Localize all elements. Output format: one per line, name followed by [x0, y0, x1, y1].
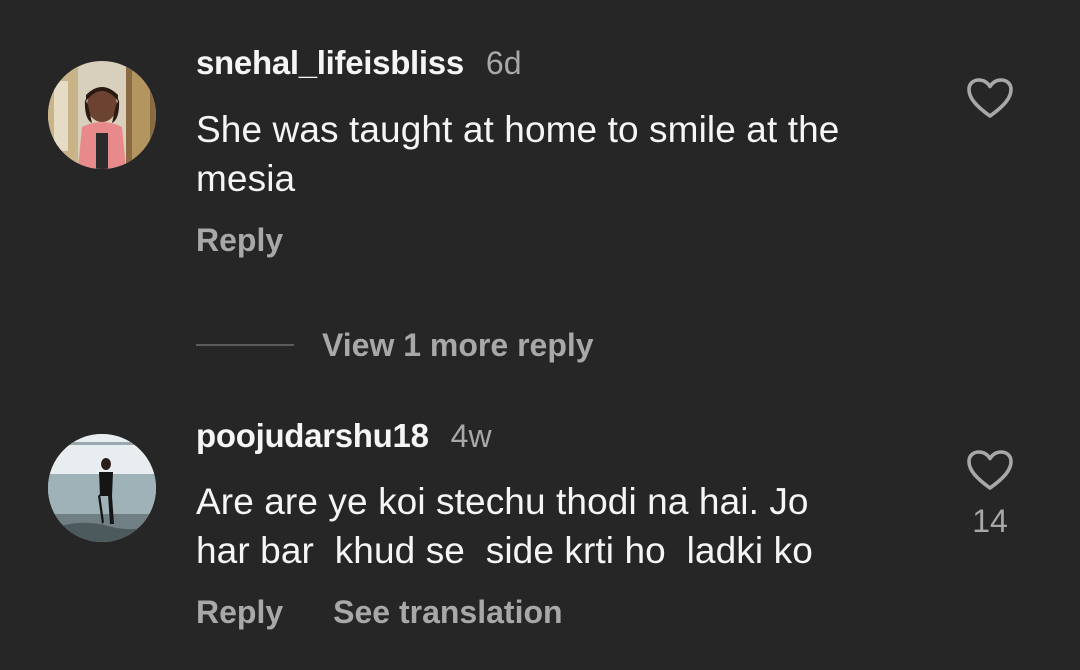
comment-text: She was taught at home to smile at the m…	[196, 109, 840, 199]
avatar-photo	[48, 61, 156, 169]
heart-outline-icon	[964, 449, 1016, 491]
replies-divider	[196, 344, 294, 346]
view-more-replies-button[interactable]: View 1 more reply	[196, 322, 594, 368]
avatar-photo	[48, 434, 156, 542]
avatar[interactable]	[48, 61, 156, 169]
comment-age: 4w	[450, 418, 492, 454]
see-translation-button[interactable]: See translation	[333, 594, 562, 631]
comment-text: Are are ye koi stechu thodi na hai. Jo h…	[196, 481, 813, 571]
username[interactable]: poojudarshu18	[196, 417, 429, 455]
comment-header: snehal_lifeisbliss 6d	[196, 44, 522, 84]
like-button[interactable]: 14	[964, 449, 1016, 540]
reply-button[interactable]: Reply	[196, 222, 283, 259]
avatar[interactable]	[48, 434, 156, 542]
reply-button[interactable]: Reply	[196, 594, 283, 631]
comment-header: poojudarshu18 4w	[196, 417, 492, 457]
comment-age: 6d	[485, 45, 522, 81]
view-more-replies-label: View 1 more reply	[322, 326, 594, 363]
username[interactable]: snehal_lifeisbliss	[196, 44, 464, 82]
like-button[interactable]	[964, 77, 1016, 119]
heart-outline-icon	[964, 77, 1016, 119]
like-count: 14	[972, 503, 1008, 539]
comment-actions: Reply	[196, 222, 283, 259]
comment-actions: Reply See translation	[196, 594, 563, 631]
